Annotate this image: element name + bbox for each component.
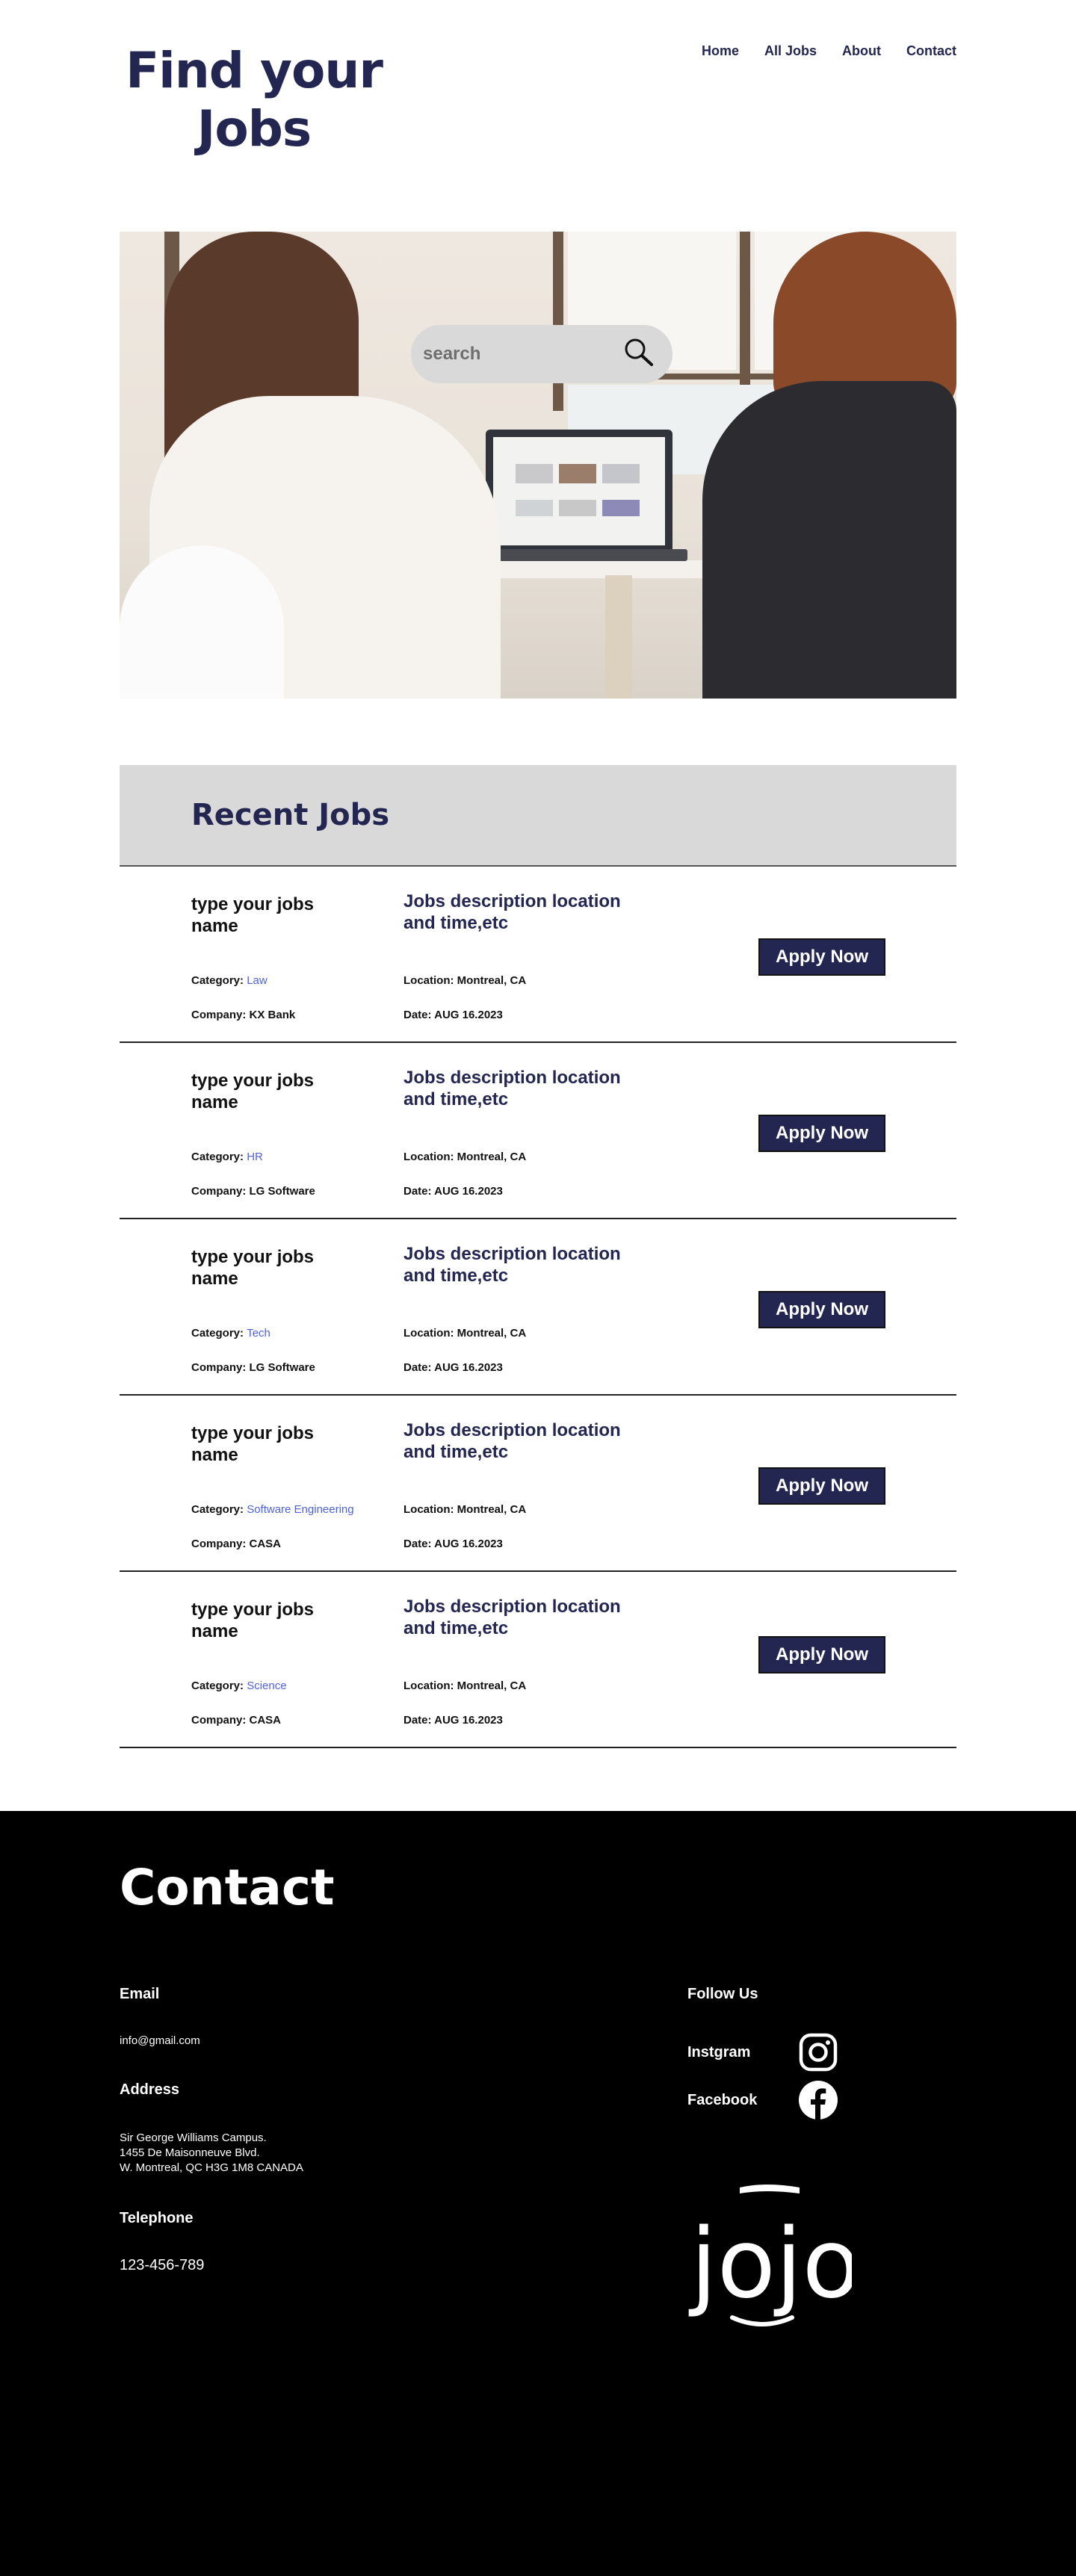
category-link[interactable]: Law — [247, 974, 268, 987]
telephone-label: Telephone — [120, 2210, 194, 2226]
nav-contact[interactable]: Contact — [906, 43, 956, 59]
job-name: type your jobs name — [191, 1247, 315, 1289]
hero-image — [120, 232, 956, 699]
job-description: Jobs description location and time,etc — [404, 1244, 621, 1286]
job-category: Category: Science — [191, 1679, 287, 1692]
job-date: Date: AUG 16.2023 — [404, 1714, 503, 1727]
person-right — [702, 381, 956, 699]
job-card: type your jobs name Jobs description loc… — [120, 1219, 956, 1396]
job-company: Company: CASA — [191, 1538, 282, 1550]
main-nav: Home All Jobs About Contact — [702, 43, 956, 59]
contact-heading: Contact — [120, 1859, 335, 1916]
category-link[interactable]: Science — [247, 1679, 286, 1692]
job-description: Jobs description location and time,etc — [404, 1420, 621, 1462]
recent-jobs-header: Recent Jobs — [120, 765, 956, 867]
job-category: Category: Law — [191, 974, 268, 987]
job-card: type your jobs name Jobs description loc… — [120, 1043, 956, 1219]
job-category: Category: HR — [191, 1151, 263, 1163]
recent-jobs-heading: Recent Jobs — [191, 798, 390, 832]
page-title: Find your Jobs — [126, 42, 383, 158]
job-description: Jobs description location and time,etc — [404, 1597, 621, 1638]
job-card: type your jobs name Jobs description loc… — [120, 1572, 956, 1748]
job-company: Company: LG Software — [191, 1361, 315, 1374]
search-input[interactable] — [423, 344, 610, 365]
job-date: Date: AUG 16.2023 — [404, 1009, 503, 1021]
nav-about[interactable]: About — [842, 43, 881, 59]
job-description: Jobs description location and time,etc — [404, 1068, 621, 1109]
job-name: type your jobs name — [191, 1423, 315, 1465]
facebook-label[interactable]: Facebook — [687, 2092, 798, 2109]
job-name: type your jobs name — [191, 894, 315, 936]
site-header: Find your Jobs Home All Jobs About Conta… — [0, 0, 1076, 187]
contact-footer: Contact Email info@gmail.com Address Sir… — [0, 1811, 1076, 2576]
job-company: Company: LG Software — [191, 1185, 315, 1198]
laptop — [486, 430, 672, 553]
email-value[interactable]: info@gmail.com — [120, 2034, 200, 2049]
job-name: type your jobs name — [191, 1071, 315, 1112]
table-leg — [605, 575, 632, 699]
follow-us-label: Follow Us — [687, 1986, 758, 2002]
telephone-value[interactable]: 123-456-789 — [120, 2258, 204, 2273]
address-value: Sir George Williams Campus. 1455 De Mais… — [120, 2131, 303, 2174]
job-location: Location: Montreal, CA — [404, 1679, 527, 1692]
svg-text:jojo: jojo — [688, 2208, 852, 2320]
apply-now-button[interactable]: Apply Now — [758, 938, 885, 976]
job-location: Location: Montreal, CA — [404, 1151, 527, 1163]
search-icon[interactable] — [622, 336, 655, 373]
job-card: type your jobs name Jobs description loc… — [120, 1396, 956, 1572]
social-facebook[interactable]: Facebook — [687, 2080, 838, 2120]
category-link[interactable]: Tech — [247, 1327, 270, 1340]
email-label: Email — [120, 1986, 160, 2002]
job-date: Date: AUG 16.2023 — [404, 1538, 503, 1550]
apply-now-button[interactable]: Apply Now — [758, 1636, 885, 1674]
jojo-logo: jojo — [687, 2185, 861, 2338]
laptop-screen — [493, 437, 665, 545]
job-location: Location: Montreal, CA — [404, 1503, 527, 1516]
job-location: Location: Montreal, CA — [404, 974, 527, 987]
address-label: Address — [120, 2081, 180, 2098]
job-date: Date: AUG 16.2023 — [404, 1185, 503, 1198]
apply-now-button[interactable]: Apply Now — [758, 1115, 885, 1152]
category-link[interactable]: Software Engineering — [247, 1503, 353, 1516]
job-name: type your jobs name — [191, 1600, 315, 1641]
job-category: Category: Tech — [191, 1327, 270, 1340]
category-link[interactable]: HR — [247, 1151, 263, 1163]
job-category: Category: Software Engineering — [191, 1503, 354, 1516]
apply-now-button[interactable]: Apply Now — [758, 1467, 885, 1505]
job-company: Company: KX Bank — [191, 1009, 296, 1021]
job-company: Company: CASA — [191, 1714, 282, 1727]
apply-now-button[interactable]: Apply Now — [758, 1291, 885, 1328]
social-instagram[interactable]: Instgram — [687, 2032, 838, 2072]
job-list: type your jobs name Jobs description loc… — [120, 867, 956, 1748]
nav-all-jobs[interactable]: All Jobs — [764, 43, 817, 59]
job-description: Jobs description location and time,etc — [404, 891, 621, 933]
chair — [120, 545, 284, 699]
instagram-label[interactable]: Instgram — [687, 2044, 798, 2061]
window-frame — [553, 232, 563, 411]
nav-home[interactable]: Home — [702, 43, 739, 59]
search-bar[interactable] — [411, 325, 672, 383]
facebook-icon[interactable] — [798, 2080, 838, 2120]
window-frame — [740, 232, 750, 411]
job-location: Location: Montreal, CA — [404, 1327, 527, 1340]
instagram-icon[interactable] — [798, 2032, 838, 2072]
job-card: type your jobs name Jobs description loc… — [120, 867, 956, 1043]
job-date: Date: AUG 16.2023 — [404, 1361, 503, 1374]
